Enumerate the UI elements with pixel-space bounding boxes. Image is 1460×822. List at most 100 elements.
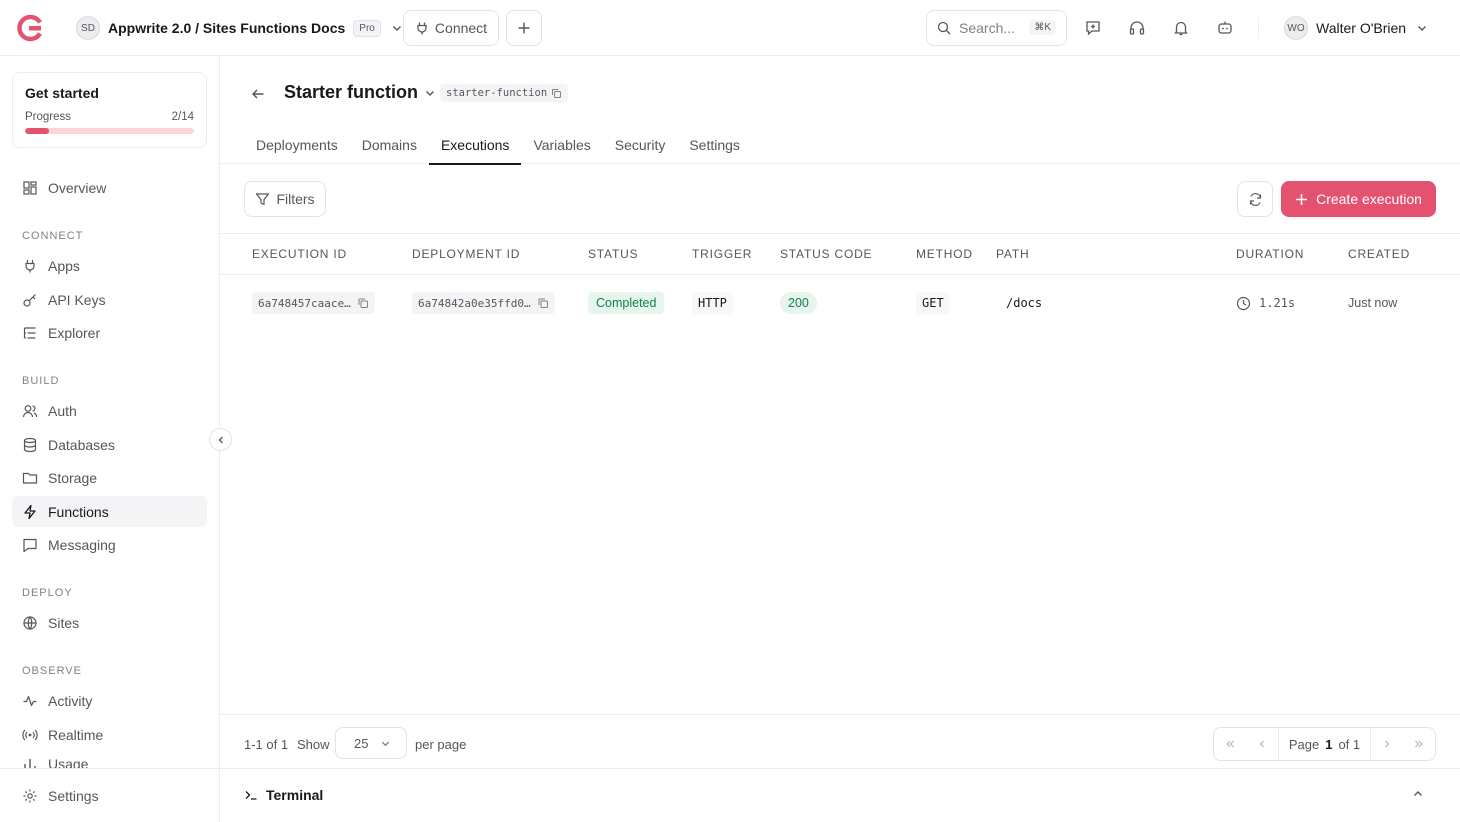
previous-page-button[interactable]: [1246, 728, 1278, 760]
chevron-up-icon: [1412, 788, 1424, 800]
plug-icon: [415, 21, 429, 35]
database-icon: [22, 437, 38, 453]
search-input[interactable]: Search... ⌘K: [926, 10, 1067, 46]
tab-settings[interactable]: Settings: [677, 126, 752, 164]
tab-security[interactable]: Security: [603, 126, 678, 164]
assistant-bot-icon[interactable]: [1213, 16, 1237, 40]
copy-icon[interactable]: [551, 88, 562, 99]
sidebar-item-label: API Keys: [48, 291, 106, 308]
sidebar-item-label: Auth: [48, 402, 77, 419]
first-page-button[interactable]: [1214, 728, 1246, 760]
user-menu[interactable]: WO Walter O'Brien: [1284, 14, 1428, 42]
pagination-bar: 1-1 of 1 Show 25 per page Page 1 of 1: [220, 714, 1460, 768]
headset-icon[interactable]: [1125, 16, 1149, 40]
duration-value: 1.21s: [1259, 296, 1296, 310]
main-content: Starter function starter-function Deploy…: [220, 56, 1460, 822]
sidebar-item-explorer[interactable]: Explorer: [12, 317, 207, 348]
column-header-created[interactable]: CREATED: [1348, 247, 1410, 261]
tab-domains[interactable]: Domains: [350, 126, 429, 164]
copy-icon[interactable]: [537, 297, 549, 309]
sidebar-item-settings[interactable]: Settings: [12, 780, 207, 811]
chevron-down-icon: [380, 738, 391, 749]
terminal-prompt-icon: [244, 788, 258, 802]
method-badge: GET: [916, 292, 950, 314]
connect-button[interactable]: Connect: [403, 10, 499, 46]
sidebar-item-realtime[interactable]: Realtime: [12, 719, 207, 750]
section-connect: CONNECT: [22, 230, 84, 242]
page-total: of 1: [1338, 736, 1361, 752]
sidebar-item-apps[interactable]: Apps: [12, 250, 207, 281]
sidebar-item-label: Settings: [48, 787, 99, 804]
sidebar-item-functions[interactable]: Functions: [12, 496, 207, 527]
feedback-icon[interactable]: [1081, 16, 1105, 40]
refresh-button[interactable]: [1237, 181, 1273, 217]
chevrons-left-icon: [1224, 738, 1236, 750]
function-title-dropdown[interactable]: Starter function: [284, 82, 436, 103]
get-started-title: Get started: [25, 85, 99, 101]
table-row[interactable]: 6a748457caace… 6a74842a0e35ffd0… Complet…: [220, 275, 1460, 331]
globe-icon: [22, 615, 38, 631]
tab-variables[interactable]: Variables: [521, 126, 602, 164]
create-execution-button[interactable]: Create execution: [1281, 181, 1436, 217]
column-header-deployment-id[interactable]: DEPLOYMENT ID: [412, 247, 520, 261]
appwrite-logo-icon[interactable]: [16, 14, 44, 42]
sidebar-item-databases[interactable]: Databases: [12, 429, 207, 460]
column-header-execution-id[interactable]: EXECUTION ID: [252, 247, 347, 261]
column-header-path[interactable]: PATH: [996, 247, 1029, 261]
sidebar-item-auth[interactable]: Auth: [12, 395, 207, 426]
back-arrow-icon[interactable]: [248, 82, 268, 106]
sidebar-item-activity[interactable]: Activity: [12, 685, 207, 716]
tab-deployments[interactable]: Deployments: [244, 126, 350, 164]
sidebar-item-usage[interactable]: Usage: [12, 752, 207, 768]
copy-icon[interactable]: [357, 297, 369, 309]
sidebar: Get started Progress 2/14 Overview CONNE…: [0, 56, 220, 822]
chevron-down-icon: [424, 87, 436, 99]
last-page-button[interactable]: [1403, 728, 1435, 760]
column-header-method[interactable]: METHOD: [916, 247, 973, 261]
connect-label: Connect: [434, 20, 488, 36]
filters-button[interactable]: Filters: [244, 181, 326, 217]
results-range: 1-1 of 1: [244, 737, 289, 752]
current-page: 1: [1325, 736, 1333, 752]
terminal-panel-toggle[interactable]: Terminal: [220, 768, 1460, 822]
column-header-duration[interactable]: DURATION: [1236, 247, 1304, 261]
function-header: Starter function starter-function Deploy…: [220, 56, 1460, 165]
pager: Page 1 of 1: [1213, 727, 1436, 761]
sidebar-item-messaging[interactable]: Messaging: [12, 529, 207, 560]
add-button[interactable]: [506, 10, 542, 46]
sidebar-item-label: Databases: [48, 436, 115, 453]
deployment-id: 6a74842a0e35ffd0…: [418, 296, 531, 310]
sidebar-item-api-keys[interactable]: API Keys: [12, 284, 207, 315]
sidebar-item-sites[interactable]: Sites: [12, 607, 207, 638]
function-id-chip[interactable]: starter-function: [440, 84, 569, 102]
get-started-card[interactable]: Get started Progress 2/14: [12, 72, 207, 148]
top-bar: SD Appwrite 2.0 / Sites Functions Docs P…: [0, 0, 1460, 56]
per-page-select[interactable]: 25: [335, 727, 407, 759]
section-observe: OBSERVE: [22, 665, 82, 677]
create-execution-label: Create execution: [1316, 191, 1422, 207]
column-header-trigger[interactable]: TRIGGER: [692, 247, 752, 261]
sidebar-item-storage[interactable]: Storage: [12, 462, 207, 493]
function-id: starter-function: [446, 87, 548, 99]
project-name: Appwrite 2.0 / Sites Functions Docs: [108, 20, 346, 36]
sidebar-item-label: Activity: [48, 692, 93, 709]
bell-icon[interactable]: [1169, 16, 1193, 40]
dashboard-grid-icon: [22, 180, 38, 196]
progress-count: 2/14: [171, 111, 194, 123]
plan-badge: Pro: [353, 19, 381, 37]
execution-id-chip[interactable]: 6a748457caace…: [252, 292, 375, 314]
project-switcher[interactable]: SD Appwrite 2.0 / Sites Functions Docs P…: [76, 14, 403, 42]
deployment-id-chip[interactable]: 6a74842a0e35ffd0…: [412, 292, 555, 314]
next-page-button[interactable]: [1371, 728, 1403, 760]
plus-icon: [517, 21, 531, 35]
collapse-sidebar-button[interactable]: [209, 428, 232, 451]
status-badge: Completed: [588, 292, 665, 314]
sidebar-item-overview[interactable]: Overview: [12, 172, 207, 203]
list-tree-icon: [22, 325, 38, 341]
column-header-status-code[interactable]: STATUS CODE: [780, 247, 872, 261]
user-name: Walter O'Brien: [1316, 20, 1407, 36]
column-header-status[interactable]: STATUS: [588, 247, 638, 261]
search-icon: [937, 21, 951, 35]
section-deploy: DEPLOY: [22, 587, 73, 599]
tab-executions[interactable]: Executions: [428, 126, 522, 165]
